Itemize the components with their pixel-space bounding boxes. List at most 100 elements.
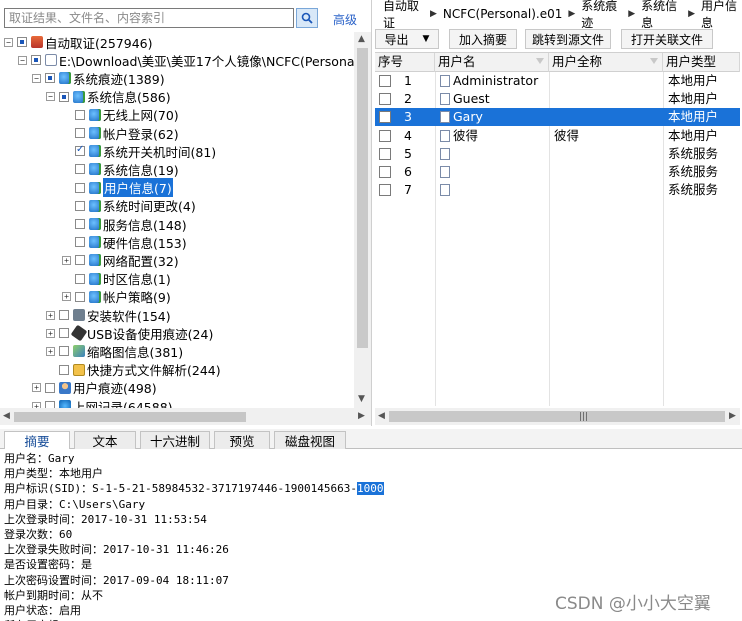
table-row[interactable]: 1 Administrator 本地用户: [375, 72, 740, 90]
tab-1[interactable]: 文本: [74, 431, 136, 449]
tree-node-checkbox[interactable]: [17, 37, 27, 47]
tree-node[interactable]: − 系统痕迹(1389): [32, 69, 165, 87]
expand-icon[interactable]: +: [62, 255, 71, 265]
tree-node[interactable]: 用户信息(7): [62, 178, 173, 198]
tree-node-checkbox[interactable]: [75, 200, 85, 211]
filter-icon[interactable]: [650, 58, 658, 64]
tree-node[interactable]: 硬件信息(153): [62, 233, 187, 251]
tree-node[interactable]: − 自动取证(257946): [4, 33, 152, 51]
table-row[interactable]: 6 系统服务: [375, 163, 740, 181]
table-row[interactable]: 3 Gary 本地用户: [375, 108, 740, 127]
tree-node[interactable]: 快捷方式文件解析(244): [46, 361, 221, 379]
tree-node-checkbox[interactable]: [59, 328, 69, 339]
filter-icon[interactable]: [536, 58, 544, 64]
collapse-icon[interactable]: −: [4, 37, 13, 47]
tree-vertical-scroll-thumb[interactable]: [357, 48, 368, 348]
export-button[interactable]: 导出 ▼: [375, 29, 439, 49]
row-checkbox[interactable]: [379, 147, 391, 160]
expand-icon[interactable]: +: [62, 292, 71, 302]
column-header-no[interactable]: 序号: [375, 53, 435, 72]
tree-horizontal-scrollbar[interactable]: ◀ ▶: [0, 408, 371, 425]
tree-node[interactable]: − E:\Download\美亚\美亚17个人镜像\NCFC(Personal)\…: [18, 51, 354, 69]
row-checkbox[interactable]: [379, 129, 391, 142]
scroll-up-icon[interactable]: ▲: [358, 34, 365, 44]
tree-node[interactable]: + 安装软件(154): [46, 306, 171, 324]
tab-4[interactable]: 磁盘视图: [274, 431, 346, 449]
jump-to-source-button[interactable]: 跳转到源文件: [525, 29, 611, 49]
scroll-down-icon[interactable]: ▼: [358, 394, 365, 404]
tree-node[interactable]: + 缩略图信息(381): [46, 342, 183, 360]
breadcrumb-item[interactable]: 系统信息: [641, 0, 682, 31]
table-row[interactable]: 4 彼得 彼得 本地用户: [375, 127, 740, 145]
column-header-username[interactable]: 用户名: [435, 53, 549, 72]
collapse-icon[interactable]: −: [32, 73, 41, 83]
tree-node[interactable]: 系统开关机时间(81): [62, 142, 216, 160]
tab-2[interactable]: 十六进制: [140, 431, 210, 449]
expand-icon[interactable]: +: [46, 328, 55, 338]
expand-icon[interactable]: +: [32, 383, 41, 393]
tree-node[interactable]: 时区信息(1): [62, 270, 171, 288]
selected-text[interactable]: 1000: [357, 482, 384, 496]
add-summary-button[interactable]: 加入摘要: [449, 29, 517, 49]
tree-node-checkbox[interactable]: [75, 237, 85, 248]
row-checkbox[interactable]: [379, 111, 391, 124]
tree-node[interactable]: 系统信息(19): [62, 160, 179, 178]
tree-node[interactable]: 系统时间更改(4): [62, 197, 196, 215]
scroll-right-icon[interactable]: ▶: [358, 411, 365, 421]
expand-icon[interactable]: +: [46, 310, 55, 320]
tree-node[interactable]: − 系统信息(586): [46, 88, 171, 106]
tree-node-checkbox[interactable]: [59, 364, 69, 375]
table-row[interactable]: 2 Guest 本地用户: [375, 90, 740, 108]
tree-node[interactable]: + USB设备使用痕迹(24): [46, 324, 213, 342]
tree-node-checkbox[interactable]: [75, 255, 85, 266]
tree-node-checkbox[interactable]: [75, 164, 85, 175]
breadcrumb-item[interactable]: 系统痕迹: [581, 0, 622, 31]
column-header-fullname[interactable]: 用户全称: [549, 53, 663, 72]
tree-node-checkbox[interactable]: [75, 182, 85, 193]
tree-node[interactable]: 服务信息(148): [62, 215, 187, 233]
row-checkbox[interactable]: [379, 184, 391, 197]
scroll-left-icon[interactable]: ◀: [378, 411, 385, 421]
tree-horizontal-scroll-thumb[interactable]: [14, 412, 246, 422]
tree-node[interactable]: 帐户登录(62): [62, 124, 179, 142]
tree-node-checkbox[interactable]: [59, 346, 69, 357]
tree-node-checkbox[interactable]: [45, 401, 55, 408]
tree-vertical-scrollbar[interactable]: ▲ ▼: [354, 32, 371, 408]
breadcrumb-item[interactable]: 自动取证: [383, 0, 424, 31]
tree-node-checkbox[interactable]: [75, 273, 85, 284]
table-horizontal-scroll-thumb[interactable]: |||: [389, 411, 725, 422]
tree-node-checkbox[interactable]: [45, 382, 55, 393]
advanced-search-link[interactable]: 高级: [333, 11, 357, 28]
tree-node[interactable]: + 帐户策略(9): [62, 288, 171, 306]
tree-node-checkbox[interactable]: [59, 91, 69, 102]
scroll-left-icon[interactable]: ◀: [3, 411, 10, 421]
expand-icon[interactable]: +: [46, 346, 55, 356]
breadcrumb-item[interactable]: NCFC(Personal).e01: [443, 7, 562, 21]
tree-node[interactable]: + 用户痕迹(498): [32, 379, 157, 397]
table-row[interactable]: 7 系统服务: [375, 181, 740, 199]
tree-node-checkbox[interactable]: [59, 310, 69, 320]
table-horizontal-scrollbar[interactable]: ◀ ||| ▶: [375, 408, 740, 425]
tree-node[interactable]: 无线上网(70): [62, 106, 179, 124]
search-button[interactable]: [296, 8, 318, 28]
tree-node-checkbox[interactable]: [45, 73, 55, 84]
table-row[interactable]: 5 系统服务: [375, 145, 740, 163]
scroll-right-icon[interactable]: ▶: [729, 411, 736, 421]
search-input[interactable]: [4, 8, 294, 28]
tree-node[interactable]: + 上网记录(64588): [32, 397, 173, 408]
tab-3[interactable]: 预览: [214, 431, 270, 449]
tree-node-checkbox[interactable]: [75, 219, 85, 229]
collapse-icon[interactable]: −: [46, 92, 55, 102]
row-checkbox[interactable]: [379, 93, 391, 106]
tree-node-checkbox[interactable]: [75, 128, 85, 138]
tree-node-checkbox[interactable]: [31, 55, 41, 66]
tree-node-checkbox[interactable]: [75, 291, 85, 302]
open-related-file-button[interactable]: 打开关联文件: [621, 29, 713, 49]
collapse-icon[interactable]: −: [18, 55, 27, 65]
breadcrumb-item[interactable]: 用户信息: [701, 0, 742, 31]
tree-node-checkbox[interactable]: [75, 144, 85, 157]
row-checkbox[interactable]: [379, 75, 391, 87]
tab-0[interactable]: 摘要: [4, 431, 70, 449]
tree-node[interactable]: + 网络配置(32): [62, 251, 179, 269]
row-checkbox[interactable]: [379, 166, 391, 178]
